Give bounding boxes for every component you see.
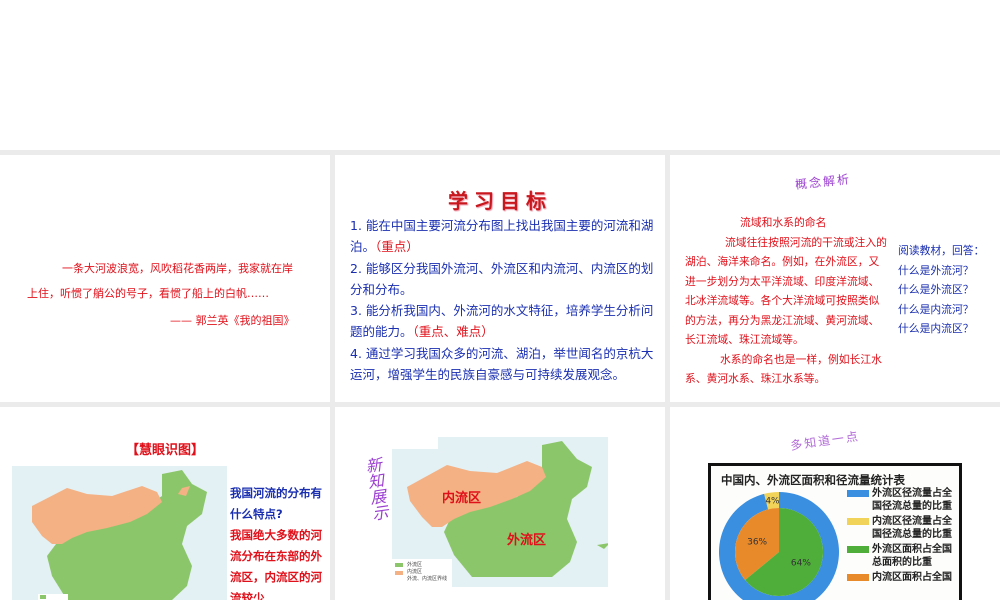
slide-thumbnail-3[interactable]: 概念解析 流域和水系的命名 流域往往按照河流的干流或注入的湖泊、海洋来命名。例如… (670, 155, 1000, 402)
map-question: 我国河流的分布有什么特点? 我国绝大多数的河流分布在东部的外流区，内流区的河流较… (230, 483, 325, 600)
question: 阅读教材，回答： (898, 244, 985, 257)
map-label-outer: 外流区 (507, 533, 547, 548)
goal-text: 3. 能分析我国内、外流河的水文特征，培养学生分析问题的能力。 (350, 303, 654, 340)
poem-line-2: 上住，听惯了艄公的号子，看惯了船上的白帆…… (27, 287, 269, 300)
question: 什么是外流河？ (898, 263, 974, 277)
data-label: 4% (765, 496, 780, 506)
goal-item: 2. 能够区分我国外流河、外流区和内流河、内流区的划分和分布。 (350, 258, 655, 301)
answer-text: 我国绝大多数的河流分布在东部的外流区，内流区的河流较少 (230, 528, 322, 600)
concept-text: 流域和水系的命名 流域往往按照河流的干流或注入的湖泊、海洋来命名。例如，在外流区… (685, 213, 890, 389)
slide-thumbnail-2[interactable]: 学习目标 1. 能在中国主要河流分布图上找出我国主要的河流和湖泊。（重点） 2.… (335, 155, 665, 402)
slide-title: 学习目标 (448, 189, 552, 213)
question: 什么是外流区？ (898, 283, 974, 297)
legend-item: 外流区 (407, 562, 423, 568)
top-blank-area (0, 0, 1000, 150)
poem-line-1: 一条大河波浪宽，风吹稻花香两岸，我家就在岸 (62, 262, 293, 275)
goal-note: （重点、难点） (412, 324, 494, 340)
slide-thumbnail-4[interactable]: 【慧眼识图】 我国河流的分布有什么特点? 我国绝大多数的河流分布在东部的外流区，… (0, 407, 330, 600)
donut-chart: 4%96%36%64% (719, 492, 839, 600)
legend-text: 总面积的比重 (872, 557, 932, 568)
poem-attribution: —— 郭兰英《我的祖国》 (170, 314, 295, 327)
legend-text: 外流区径流量占全 (872, 488, 952, 499)
legend-item: 内流区面积占全国 (847, 571, 952, 584)
chart-legend: 外流区径流量占全 国径流总量的比重 内流区径流量占全 国径流总量的比重 外流区面积占… (847, 487, 952, 584)
goal-text: 4. 通过学习我国众多的河流、湖泊，举世闻名的京杭大运河，增强学生的民族自豪感与… (350, 345, 654, 383)
goal-item: 4. 通过学习我国众多的河流、湖泊，举世闻名的京杭大运河，增强学生的民族自豪感与… (350, 343, 655, 386)
concept-subtitle: 流域和水系的命名 (740, 216, 827, 229)
legend-item: 内流区径流量占全 国径流总量的比重 (847, 515, 952, 541)
questions: 阅读教材，回答： 什么是外流河？ 什么是外流区？ 什么是内流河？ 什么是内流区？ (898, 241, 984, 339)
question-text: 我国河流的分布有什么特点? (230, 486, 322, 521)
goal-note: （重点） (375, 239, 419, 255)
map-legend: 外流区 内流区 外流、内流区界线 (407, 562, 447, 583)
goal-item: 1. 能在中国主要河流分布图上找出我国主要的河流和湖泊。（重点） (350, 215, 655, 258)
slide-heading: 【慧眼识图】 (125, 443, 204, 458)
concept-paragraph: 水系的命名也是一样，例如长江水系、黄河水系、珠江水系等。 (685, 352, 882, 386)
slide-thumbnail-6[interactable]: 多知道一点 中国内、外流区面积和径流量统计表 4%96%36%64% 外流区径流… (670, 407, 1000, 600)
slide-thumbnail-1[interactable]: 一条大河波浪宽，风吹稻花香两岸，我家就在岸 上住，听惯了艄公的号子，看惯了船上的… (0, 155, 330, 402)
chart-title: 中国内、外流区面积和径流量统计表 (721, 473, 905, 487)
slide-thumbnail-5[interactable]: 新知展示 内流区 外流区 外流区 内流区 外流、内流区界线 (335, 407, 665, 600)
legend-item: 外流区面积占全国 总面积的比重 (847, 543, 952, 569)
question: 什么是内流区？ (898, 322, 974, 336)
slide-heading: 概念解析 (794, 172, 852, 192)
goal-text: 2. 能够区分我国外流河、外流区和内流河、内流区的划分和分布。 (350, 260, 654, 297)
goal-item: 3. 能分析我国内、外流河的水文特征，培养学生分析问题的能力。（重点、难点） (350, 300, 655, 343)
legend-text: 国径流总量的比重 (872, 529, 952, 540)
legend-swatch (847, 545, 869, 553)
legend-swatch (847, 489, 869, 497)
concept-paragraph: 流域往往按照河流的干流或注入的湖泊、海洋来命名。例如，在外流区，又进一步划分为太… (685, 235, 887, 347)
china-drainage-map (12, 466, 227, 600)
legend-item: 内流区 (407, 569, 423, 575)
legend-text: 外流区面积占全国 (872, 544, 952, 555)
data-label: 64% (791, 558, 811, 568)
statistics-chart: 中国内、外流区面积和径流量统计表 4%96%36%64% 外流区径流量占全国径流… (708, 463, 962, 600)
legend-text: 国径流总量的比重 (872, 501, 952, 512)
map-label-inner: 内流区 (442, 491, 482, 506)
learning-goals: 1. 能在中国主要河流分布图上找出我国主要的河流和湖泊。（重点） 2. 能够区分… (350, 215, 655, 385)
legend-swatch (40, 595, 46, 599)
legend-text: 内流区面积占全国 (872, 572, 952, 583)
question: 什么是内流河？ (898, 302, 974, 316)
data-label: 36% (747, 538, 767, 548)
legend-swatch (847, 517, 869, 525)
legend-text: 内流区径流量占全 (872, 516, 952, 527)
legend-item: 外流区径流量占全 国径流总量的比重 (847, 487, 952, 513)
legend-swatch (847, 573, 869, 581)
side-title: 新知展示 (361, 455, 390, 522)
slide-heading: 多知道一点 (789, 429, 861, 453)
legend-item: 外流、内流区界线 (407, 576, 448, 582)
